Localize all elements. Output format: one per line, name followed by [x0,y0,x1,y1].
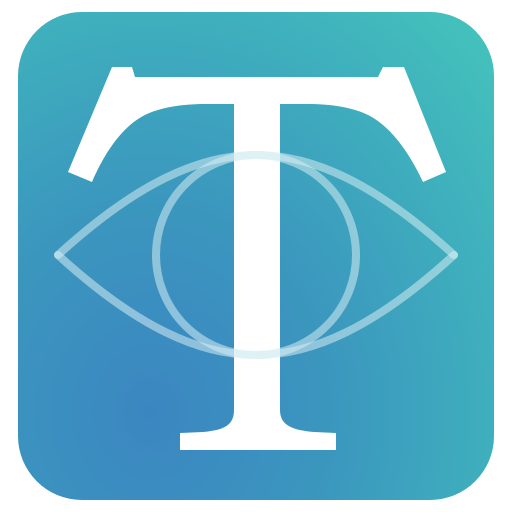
canvas [0,0,512,512]
letter-t-glyph [68,67,446,450]
app-icon-artwork [54,67,458,450]
app-icon[interactable] [18,12,494,500]
